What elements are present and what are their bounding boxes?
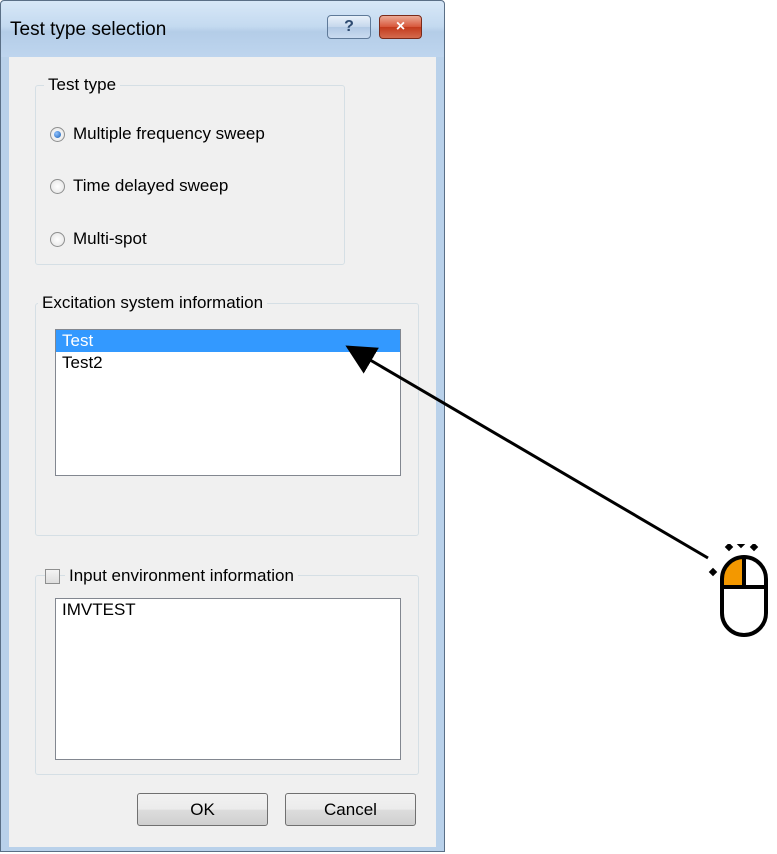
annotation-arrow — [345, 345, 709, 560]
mouse-click-icon — [708, 544, 768, 637]
